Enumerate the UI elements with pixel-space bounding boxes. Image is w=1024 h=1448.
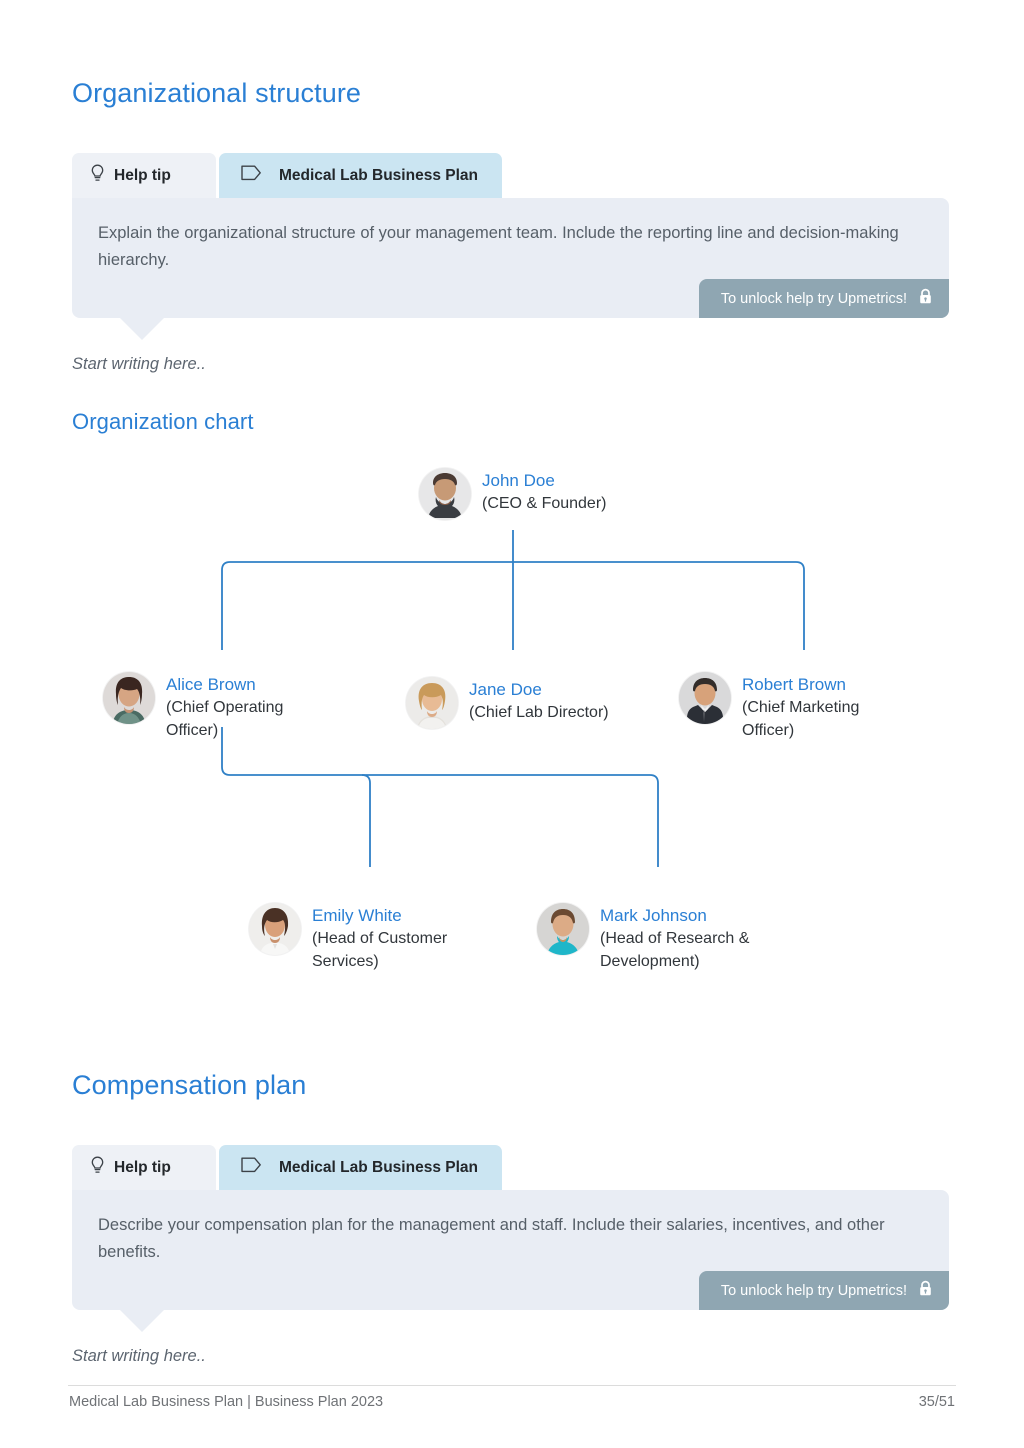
- lightbulb-icon: [90, 164, 105, 188]
- tab-medical-lab-business-plan-compensation[interactable]: Medical Lab Business Plan: [219, 1145, 502, 1190]
- tab-plan-compensation-label: Medical Lab Business Plan: [279, 1158, 478, 1176]
- avatar-mark-johnson: [537, 903, 589, 955]
- tab-help-tip[interactable]: Help tip: [72, 153, 216, 198]
- help-tip-block-org-structure: Help tip Medical Lab Business Plan Expla…: [72, 153, 949, 340]
- org-node-head-research-development[interactable]: Mark Johnson (Head of Research & Develop…: [537, 903, 749, 973]
- unlock-help-badge-compensation[interactable]: To unlock help try Upmetrics!: [698, 1271, 949, 1310]
- tab-help-tip-compensation-label: Help tip: [114, 1158, 171, 1176]
- org-node-coo[interactable]: Alice Brown (Chief Operating Officer): [103, 672, 283, 742]
- org-node-coo-name: Alice Brown: [166, 675, 256, 694]
- help-tip-block-compensation: Help tip Medical Lab Business Plan Descr…: [72, 1145, 949, 1332]
- org-node-hcs-role-line2: Services): [312, 953, 379, 970]
- org-node-cmo-name: Robert Brown: [742, 675, 846, 694]
- org-node-lab-director-role: (Chief Lab Director): [469, 704, 609, 721]
- org-node-cmo-role-line1: (Chief Marketing: [742, 699, 860, 716]
- org-node-coo-role-line1: (Chief Operating: [166, 699, 284, 716]
- org-node-hcs-role-line1: (Head of Customer: [312, 930, 448, 947]
- page-title-organizational-structure: Organizational structure: [72, 78, 362, 108]
- org-node-ceo-name: John Doe: [482, 471, 555, 490]
- help-tip-tabs: Help tip Medical Lab Business Plan: [72, 153, 949, 198]
- help-tip-bubble-compensation: Describe your compensation plan for the …: [72, 1190, 949, 1332]
- org-node-lab-director-text: Jane Doe (Chief Lab Director): [469, 677, 609, 724]
- start-writing-placeholder-org-structure[interactable]: Start writing here..: [72, 355, 206, 374]
- org-node-hrd-text: Mark Johnson (Head of Research & Develop…: [600, 903, 749, 973]
- help-tip-tabs-compensation: Help tip Medical Lab Business Plan: [72, 1145, 949, 1190]
- tab-medical-lab-business-plan[interactable]: Medical Lab Business Plan: [219, 153, 502, 198]
- avatar-emily-white: [249, 903, 301, 955]
- avatar-alice-brown: [103, 672, 155, 724]
- tag-icon: [241, 1157, 262, 1178]
- tab-plan-label: Medical Lab Business Plan: [279, 166, 478, 184]
- page-title-compensation-plan: Compensation plan: [72, 1070, 307, 1100]
- org-node-head-customer-services[interactable]: Emily White (Head of Customer Services): [249, 903, 447, 973]
- org-node-ceo-text: John Doe (CEO & Founder): [482, 468, 606, 515]
- org-node-coo-text: Alice Brown (Chief Operating Officer): [166, 672, 283, 742]
- help-tip-bubble: Explain the organizational structure of …: [72, 198, 949, 340]
- help-tip-text-compensation: Describe your compensation plan for the …: [98, 1216, 885, 1261]
- tab-help-tip-compensation[interactable]: Help tip: [72, 1145, 216, 1190]
- bubble-tail: [120, 318, 164, 340]
- org-node-hrd-role-line1: (Head of Research &: [600, 930, 750, 947]
- avatar-john-doe: [419, 468, 471, 520]
- unlock-badge-compensation-label: To unlock help try Upmetrics!: [720, 1282, 907, 1299]
- unlock-help-badge[interactable]: To unlock help try Upmetrics!: [698, 279, 949, 318]
- lightbulb-icon: [90, 1156, 105, 1180]
- page-subtitle-organization-chart: Organization chart: [72, 409, 254, 434]
- organization-chart: John Doe (CEO & Founder) Alice Brown (Ch…: [0, 455, 1024, 995]
- lock-icon: [918, 288, 933, 309]
- help-tip-text: Explain the organizational structure of …: [98, 224, 899, 269]
- org-node-hrd-role-line2: Development): [600, 953, 700, 970]
- org-node-coo-role-line2: Officer): [166, 722, 219, 739]
- org-node-cmo[interactable]: Robert Brown (Chief Marketing Officer): [679, 672, 859, 742]
- avatar-jane-doe: [406, 677, 458, 729]
- org-node-lab-director-name: Jane Doe: [469, 680, 542, 699]
- avatar-robert-brown: [679, 672, 731, 724]
- start-writing-placeholder-compensation[interactable]: Start writing here..: [72, 1347, 206, 1366]
- org-node-ceo[interactable]: John Doe (CEO & Founder): [419, 468, 606, 520]
- org-node-cmo-role-line2: Officer): [742, 722, 795, 739]
- lock-icon: [918, 1280, 933, 1301]
- org-node-ceo-role: (CEO & Founder): [482, 495, 607, 512]
- org-node-hrd-name: Mark Johnson: [600, 906, 707, 925]
- footer-divider: [68, 1385, 956, 1386]
- footer-document-title: Medical Lab Business Plan | Business Pla…: [69, 1394, 384, 1410]
- org-node-hcs-text: Emily White (Head of Customer Services): [312, 903, 447, 973]
- org-node-lab-director[interactable]: Jane Doe (Chief Lab Director): [406, 677, 609, 729]
- unlock-badge-label: To unlock help try Upmetrics!: [720, 290, 907, 307]
- tab-help-tip-label: Help tip: [114, 166, 171, 184]
- org-node-cmo-text: Robert Brown (Chief Marketing Officer): [742, 672, 859, 742]
- tag-icon: [241, 165, 262, 186]
- org-node-hcs-name: Emily White: [312, 906, 402, 925]
- footer-page-number: 35/51: [918, 1394, 955, 1410]
- bubble-tail-compensation: [120, 1310, 164, 1332]
- document-page: Organizational structure Help tip Medica…: [0, 0, 1024, 1448]
